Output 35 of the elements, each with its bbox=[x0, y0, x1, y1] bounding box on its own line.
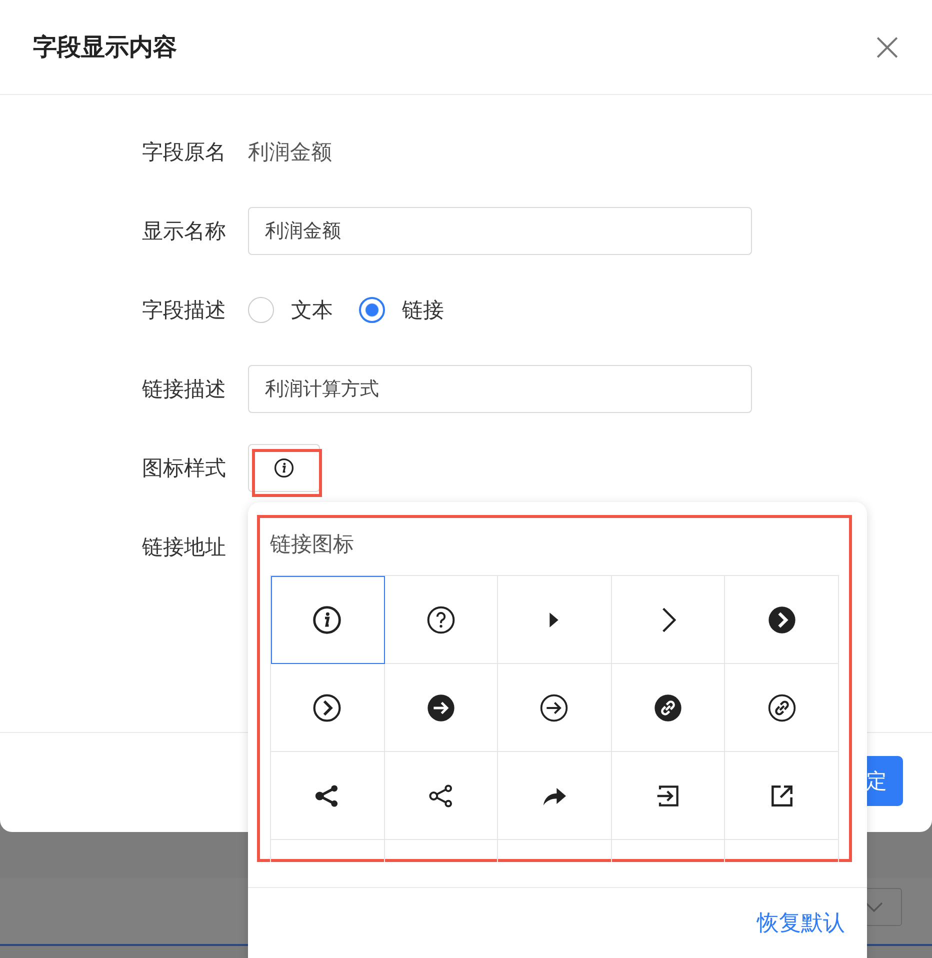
icon-option[interactable] bbox=[384, 664, 498, 752]
field-label: 链接描述 bbox=[141, 376, 227, 403]
icon-option[interactable] bbox=[725, 664, 839, 752]
chevron-down-icon bbox=[864, 901, 884, 913]
radio-label[interactable]: 文本 bbox=[291, 296, 333, 324]
radio-circle[interactable] bbox=[248, 297, 274, 323]
chevron-circle-icon bbox=[766, 604, 798, 636]
reset-link[interactable]: 恢复默认 bbox=[757, 908, 845, 938]
field-label: 显示名称 bbox=[141, 218, 227, 245]
field-label: 链接地址 bbox=[141, 534, 227, 561]
icon-option[interactable] bbox=[271, 664, 385, 752]
dialog-title: 字段显示内容 bbox=[33, 32, 177, 63]
info-icon bbox=[273, 457, 295, 479]
link-icon bbox=[652, 692, 684, 724]
field-label: 字段原名 bbox=[141, 139, 227, 166]
icon-option[interactable] bbox=[612, 664, 726, 752]
link-icon bbox=[766, 692, 798, 724]
arrow-circle-icon bbox=[538, 692, 570, 724]
field-label: 图标样式 bbox=[141, 455, 227, 482]
chevron-circle-icon bbox=[311, 692, 344, 724]
popover-title: 链接图标 bbox=[270, 531, 354, 558]
close-button[interactable]: × bbox=[870, 27, 904, 67]
highlight-frame bbox=[252, 449, 322, 497]
info-icon bbox=[311, 604, 344, 636]
arrow-circle-icon bbox=[424, 692, 457, 724]
field-value: 利润金额 bbox=[248, 139, 332, 166]
field-label: 字段描述 bbox=[141, 297, 227, 324]
input-field[interactable]: 利润计算方式 bbox=[248, 365, 752, 413]
input-field[interactable]: 利润金额 bbox=[248, 207, 752, 255]
triangle-icon bbox=[549, 612, 560, 628]
icon-option[interactable] bbox=[271, 576, 385, 664]
radio-label[interactable]: 链接 bbox=[402, 296, 444, 324]
icon-option[interactable] bbox=[725, 576, 839, 664]
help-icon bbox=[424, 604, 457, 636]
radio-circle[interactable] bbox=[359, 297, 385, 323]
